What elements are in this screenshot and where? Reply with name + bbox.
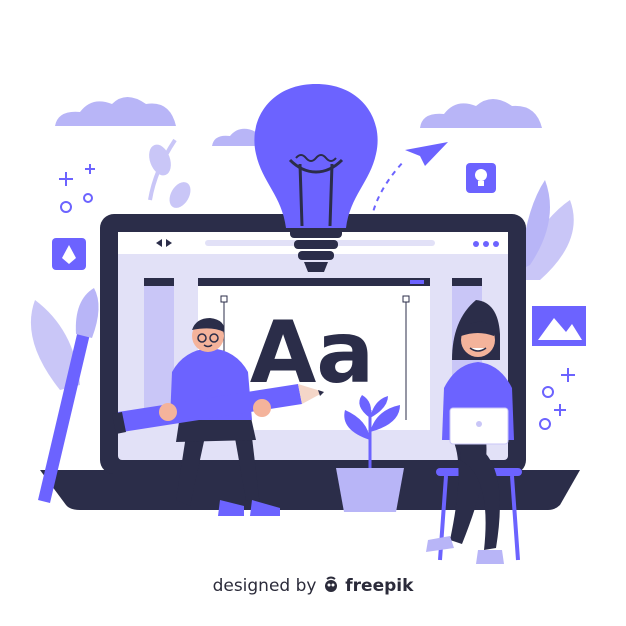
menu-dots-icon xyxy=(473,241,479,247)
lightbulb-icon xyxy=(466,163,496,193)
freepik-credit: designed by freepik xyxy=(0,576,626,596)
credit-brand: freepik xyxy=(345,576,414,596)
cloud-left xyxy=(55,97,176,126)
credit-prefix: designed by xyxy=(212,576,317,596)
image-icon xyxy=(532,306,586,346)
pen-tool-icon xyxy=(52,238,86,270)
web-design-illustration: Aa xyxy=(30,84,586,564)
cloud-right xyxy=(420,99,542,128)
freepik-logo-icon xyxy=(322,576,340,594)
screen-typography: Aa xyxy=(250,303,375,403)
